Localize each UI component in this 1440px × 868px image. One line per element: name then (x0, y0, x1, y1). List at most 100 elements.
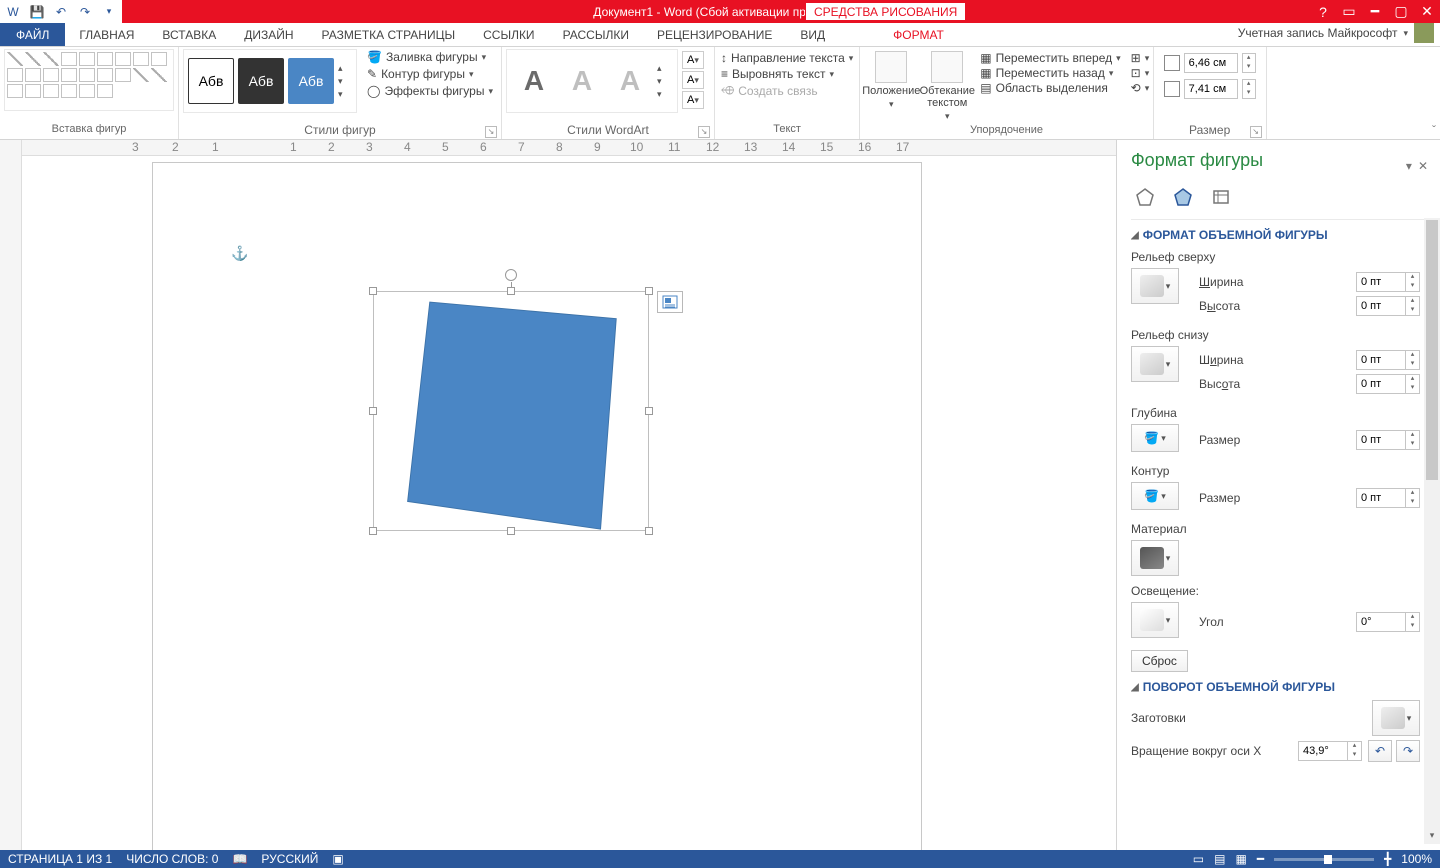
shape-width-input[interactable] (1184, 79, 1238, 99)
depth-size-input[interactable] (1356, 430, 1406, 450)
launcher-icon[interactable]: ↘ (485, 126, 497, 138)
read-mode-icon[interactable]: ▭ (1193, 852, 1204, 866)
reset-button[interactable]: Сброс (1131, 650, 1188, 672)
rotate-x-left-button[interactable]: ↶ (1368, 740, 1392, 762)
gallery-down-icon[interactable]: ▾ (338, 76, 352, 87)
tab-file[interactable]: ФАЙЛ (0, 23, 65, 46)
position-button[interactable]: Положение ▾ (864, 49, 918, 112)
launcher-icon[interactable]: ↘ (1250, 126, 1262, 138)
zoom-in-icon[interactable]: ╋ (1384, 852, 1391, 866)
lighting-angle-input[interactable] (1356, 612, 1406, 632)
zoom-slider[interactable] (1274, 858, 1374, 861)
rotate-x-right-button[interactable]: ↷ (1396, 740, 1420, 762)
resize-handle[interactable] (369, 527, 377, 535)
bring-forward-button[interactable]: ▦Переместить вперед▾ (978, 51, 1122, 65)
collapse-ribbon-icon[interactable]: ˇ (1432, 123, 1436, 137)
x-rotation-input[interactable] (1298, 741, 1348, 761)
shape-height-input[interactable] (1184, 53, 1238, 73)
wrap-text-button[interactable]: Обтекание текстом ▾ (920, 49, 974, 124)
group-button[interactable]: ⊡▾ (1129, 66, 1147, 80)
height-spinner[interactable]: ▴▾ (1242, 53, 1256, 73)
bottom-bevel-picker[interactable]: ▾ (1131, 346, 1179, 382)
size-props-tab-icon[interactable] (1211, 187, 1231, 207)
spinner[interactable]: ▴▾ (1406, 374, 1420, 394)
text-fill-button[interactable]: A▾ (682, 51, 704, 69)
minimize-icon[interactable]: ━ (1362, 3, 1388, 20)
shape-outline-button[interactable]: ✎Контур фигуры▾ (363, 66, 497, 82)
tab-layout[interactable]: РАЗМЕТКА СТРАНИЦЫ (308, 23, 470, 46)
spinner[interactable]: ▴▾ (1348, 741, 1362, 761)
tab-home[interactable]: ГЛАВНАЯ (65, 23, 148, 46)
tab-view[interactable]: ВИД (786, 23, 839, 46)
rotate-button[interactable]: ⟲▾ (1129, 81, 1147, 95)
gallery-more-icon[interactable]: ▾ (657, 89, 671, 100)
lighting-picker[interactable]: ▾ (1131, 602, 1179, 638)
gallery-more-icon[interactable]: ▾ (338, 89, 352, 100)
spinner[interactable]: ▴▾ (1406, 488, 1420, 508)
selection-pane-button[interactable]: ▤Область выделения (978, 81, 1122, 95)
material-picker[interactable]: ▾ (1131, 540, 1179, 576)
tab-format[interactable]: ФОРМАТ (879, 23, 958, 46)
resize-handle[interactable] (369, 287, 377, 295)
top-bevel-picker[interactable]: ▾ (1131, 268, 1179, 304)
align-text-button[interactable]: ≡Выровнять текст▾ (721, 67, 853, 81)
undo-icon[interactable]: ↶ (52, 3, 70, 21)
zoom-slider-knob[interactable] (1324, 855, 1332, 864)
maximize-icon[interactable]: ▢ (1388, 3, 1414, 20)
spellcheck-icon[interactable]: 📖 (232, 852, 247, 866)
qat-dropdown-icon[interactable]: ▾ (100, 3, 118, 21)
account-area[interactable]: Учетная запись Майкрософт ▾ (1238, 23, 1434, 43)
zoom-out-icon[interactable]: ━ (1257, 852, 1264, 866)
wordart-gallery[interactable]: A A A ▴ ▾ ▾ (506, 49, 678, 113)
resize-handle[interactable] (645, 407, 653, 415)
contour-color-picker[interactable]: 🪣▾ (1131, 482, 1179, 510)
pane-dropdown-icon[interactable]: ▾ (1406, 159, 1412, 173)
resize-handle[interactable] (369, 407, 377, 415)
style-swatch[interactable]: Абв (188, 58, 234, 104)
shape-styles-gallery[interactable]: Абв Абв Абв ▴ ▾ ▾ (183, 49, 357, 113)
save-icon[interactable]: 💾 (28, 3, 46, 21)
shape-fill-button[interactable]: 🪣Заливка фигуры▾ (363, 49, 497, 65)
style-swatch[interactable]: Абв (288, 58, 334, 104)
document-page[interactable]: ⚓ (152, 162, 922, 850)
resize-handle[interactable] (645, 527, 653, 535)
ribbon-display-icon[interactable]: ▭ (1336, 3, 1362, 20)
scroll-down-icon[interactable]: ▾ (1424, 830, 1440, 844)
tab-review[interactable]: РЕЦЕНЗИРОВАНИЕ (643, 23, 786, 46)
spinner[interactable]: ▴▾ (1406, 272, 1420, 292)
style-swatch[interactable]: Абв (238, 58, 284, 104)
fill-line-tab-icon[interactable] (1135, 187, 1155, 207)
top-bevel-width-input[interactable] (1356, 272, 1406, 292)
rotation-handle[interactable] (505, 269, 517, 281)
redo-icon[interactable]: ↷ (76, 3, 94, 21)
avatar[interactable] (1414, 23, 1434, 43)
shapes-gallery[interactable] (4, 49, 174, 111)
tab-insert[interactable]: ВСТАВКА (148, 23, 230, 46)
top-bevel-height-input[interactable] (1356, 296, 1406, 316)
spinner[interactable]: ▴▾ (1406, 430, 1420, 450)
rotation-presets-picker[interactable]: ▾ (1372, 700, 1420, 736)
width-spinner[interactable]: ▴▾ (1242, 79, 1256, 99)
shape-selection[interactable] (373, 291, 649, 531)
text-outline-button[interactable]: A▾ (682, 71, 704, 89)
wordart-preset[interactable]: A (609, 60, 651, 102)
pane-scrollbar[interactable]: ▴ ▾ (1424, 218, 1440, 844)
web-layout-icon[interactable]: ▦ (1235, 852, 1246, 866)
resize-handle[interactable] (645, 287, 653, 295)
bottom-bevel-width-input[interactable] (1356, 350, 1406, 370)
tab-design[interactable]: ДИЗАЙН (230, 23, 307, 46)
resize-handle[interactable] (507, 287, 515, 295)
shape-effects-button[interactable]: ◯Эффекты фигуры▾ (363, 83, 497, 99)
macro-icon[interactable]: ▣ (332, 852, 343, 866)
text-effects-button[interactable]: A▾ (682, 91, 704, 109)
account-dropdown-icon[interactable]: ▾ (1403, 28, 1408, 39)
gallery-down-icon[interactable]: ▾ (657, 76, 671, 87)
tab-references[interactable]: ССЫЛКИ (469, 23, 548, 46)
gallery-up-icon[interactable]: ▴ (657, 63, 671, 74)
align-button[interactable]: ⊞▾ (1129, 51, 1147, 65)
text-direction-button[interactable]: ↕Направление текста▾ (721, 51, 853, 65)
language-status[interactable]: РУССКИЙ (261, 852, 318, 866)
word-count-status[interactable]: ЧИСЛО СЛОВ: 0 (126, 852, 218, 866)
depth-color-picker[interactable]: 🪣▾ (1131, 424, 1179, 452)
contour-size-input[interactable] (1356, 488, 1406, 508)
